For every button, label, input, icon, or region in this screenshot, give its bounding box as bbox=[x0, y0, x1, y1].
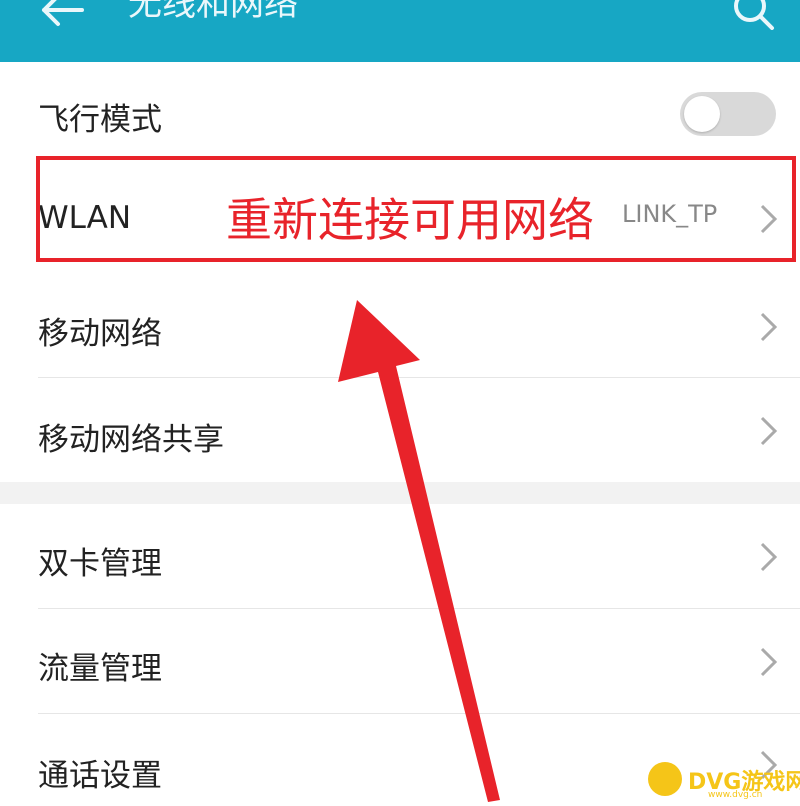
data-usage-row[interactable]: 流量管理 bbox=[0, 609, 800, 713]
data-usage-label: 流量管理 bbox=[38, 651, 162, 687]
app-bar: 无线和网络 bbox=[0, 0, 800, 62]
chevron-right-icon bbox=[760, 647, 778, 677]
chevron-right-icon bbox=[760, 542, 778, 572]
call-settings-label: 通话设置 bbox=[38, 758, 162, 794]
chevron-right-icon bbox=[760, 312, 778, 342]
airplane-mode-toggle[interactable] bbox=[680, 92, 776, 136]
tethering-row[interactable]: 移动网络共享 bbox=[0, 378, 800, 482]
gamepad-logo-icon bbox=[648, 762, 682, 796]
arrow-left-icon[interactable] bbox=[38, 0, 88, 30]
dual-sim-label: 双卡管理 bbox=[38, 546, 162, 582]
toggle-knob bbox=[684, 96, 720, 132]
annotation-text: 重新连接可用网络 bbox=[226, 193, 594, 247]
watermark: DVG游戏网 www.dvg.cn bbox=[648, 760, 800, 800]
watermark-url: www.dvg.cn bbox=[708, 790, 763, 800]
dual-sim-row[interactable]: 双卡管理 bbox=[0, 504, 800, 608]
mobile-network-row[interactable]: 移动网络 bbox=[0, 270, 800, 378]
airplane-mode-label: 飞行模式 bbox=[38, 102, 162, 138]
search-icon[interactable] bbox=[728, 0, 778, 30]
page-title: 无线和网络 bbox=[128, 0, 298, 24]
mobile-network-label: 移动网络 bbox=[38, 316, 162, 352]
section-gap bbox=[0, 482, 800, 504]
chevron-right-icon bbox=[760, 416, 778, 446]
tethering-label: 移动网络共享 bbox=[38, 422, 224, 458]
